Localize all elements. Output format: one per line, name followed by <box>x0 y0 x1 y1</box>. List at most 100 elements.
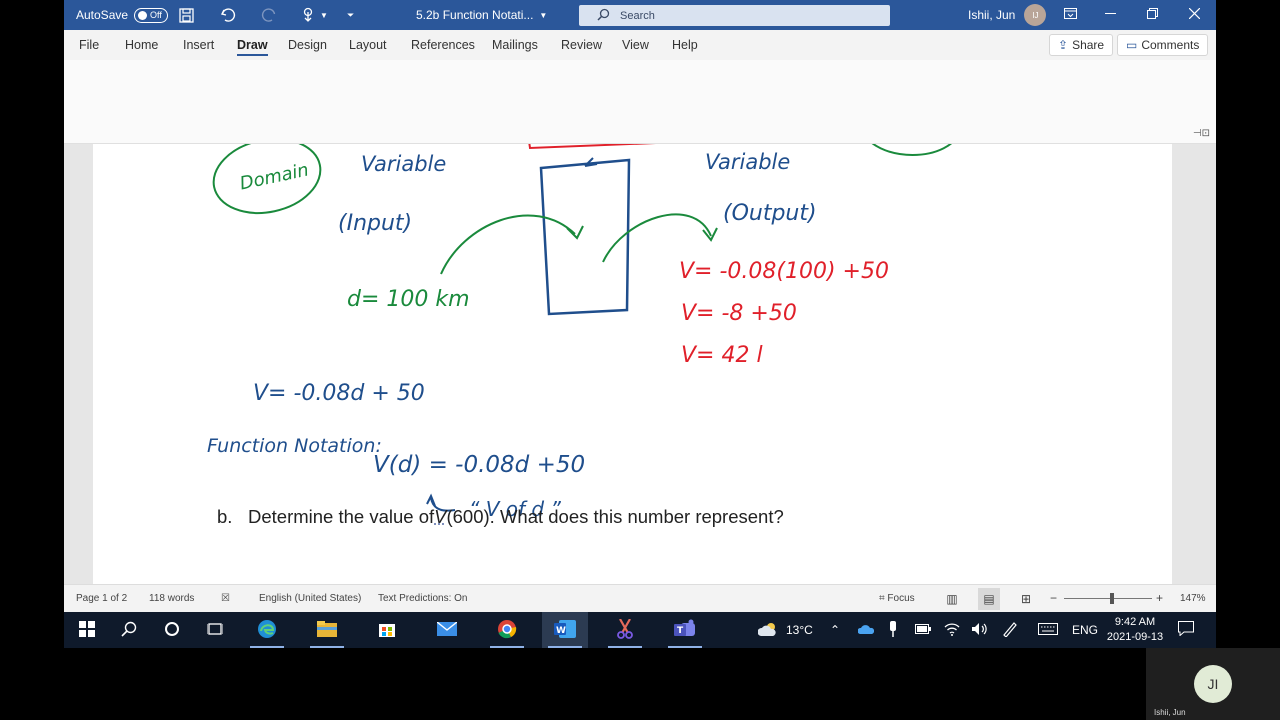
save-button[interactable] <box>178 0 194 30</box>
network-tray[interactable] <box>944 612 960 648</box>
zoom-out-button[interactable]: − <box>1050 591 1057 605</box>
snipping-tool-app[interactable] <box>602 612 648 648</box>
input-arrowhead <box>566 225 584 240</box>
domain-label: Domain <box>238 159 311 194</box>
autosave-toggle[interactable]: Off <box>134 7 169 23</box>
print-layout-button[interactable]: ▤ <box>978 588 1000 610</box>
word-window: AutoSave Off ▼ ⏷ 5.2b Function Notati...… <box>64 0 1216 612</box>
onedrive-icon <box>857 623 875 637</box>
usb-icon <box>888 620 898 640</box>
account-button[interactable]: Ishii, Jun IJ <box>968 0 1047 30</box>
document-title[interactable]: 5.2b Function Notati... ▼ <box>416 0 547 30</box>
teams-app[interactable]: T <box>662 612 708 648</box>
close-button[interactable] <box>1174 0 1214 30</box>
vertical-scrollbar[interactable] <box>1172 144 1216 584</box>
cortana-button[interactable] <box>149 612 195 648</box>
touch-keyboard-tray[interactable] <box>1038 612 1058 648</box>
zoom-in-button[interactable]: + <box>1156 591 1163 605</box>
clock-time: 9:42 AM <box>1114 616 1156 628</box>
undo-button[interactable] <box>220 0 236 30</box>
tab-review[interactable]: Review <box>561 38 602 52</box>
search-box[interactable]: Search <box>579 5 890 26</box>
weather-widget[interactable]: 13°C <box>757 612 813 648</box>
output-variable-label: Variable <box>705 150 790 174</box>
search-button[interactable] <box>106 612 152 648</box>
tab-references[interactable]: References <box>411 38 475 52</box>
chrome-app[interactable] <box>484 612 530 648</box>
speaker-icon <box>972 622 988 639</box>
zoom-slider-handle[interactable] <box>1110 593 1114 604</box>
volume-tray[interactable] <box>972 612 988 648</box>
tab-insert[interactable]: Insert <box>183 38 214 52</box>
input-language[interactable]: ENG <box>1072 612 1098 648</box>
tab-home[interactable]: Home <box>125 38 158 52</box>
tab-draw[interactable]: Draw <box>237 38 268 56</box>
document-page[interactable]: Variable Variable Domain (Input) (Output… <box>93 144 1172 584</box>
tab-mailings[interactable]: Mailings <box>492 38 538 52</box>
usb-tray[interactable] <box>888 612 898 648</box>
autosave-state: Off <box>150 10 162 20</box>
language-status[interactable]: English (United States) <box>259 593 361 604</box>
restore-button[interactable] <box>1132 0 1172 30</box>
tab-layout[interactable]: Layout <box>349 38 387 52</box>
chevron-down-icon: ▼ <box>539 10 548 20</box>
comments-button[interactable]: ▭ Comments <box>1117 34 1209 56</box>
mail-app[interactable] <box>424 612 470 648</box>
participant-name: Ishii, Jun <box>1154 708 1186 717</box>
tab-help[interactable]: Help <box>672 38 698 52</box>
tab-view[interactable]: View <box>622 38 649 52</box>
web-icon: ⊞ <box>1020 592 1032 606</box>
text-predictions-status[interactable]: Text Predictions: On <box>378 593 467 604</box>
zoom-slider-track[interactable] <box>1064 598 1152 599</box>
webcam-tile: JI Ishii, Jun <box>1146 648 1280 720</box>
task-view-icon <box>206 621 224 640</box>
edge-app[interactable] <box>244 612 290 648</box>
range-oval <box>871 144 952 156</box>
word-count[interactable]: 118 words <box>149 593 194 604</box>
cortana-icon <box>164 621 180 640</box>
task-view-button[interactable] <box>192 612 238 648</box>
show-hidden-icons[interactable]: ⌃ <box>830 612 840 648</box>
cloud-sun-icon <box>757 622 778 639</box>
redo-button[interactable] <box>261 0 277 30</box>
document-title-text: 5.2b Function Notati... <box>416 8 534 22</box>
ribbon-display-button[interactable] <box>1050 0 1090 30</box>
pin-ribbon-icon[interactable]: ⊣⊡ <box>1193 128 1210 139</box>
web-layout-button[interactable]: ⊞ <box>1015 588 1037 610</box>
pen-tray[interactable] <box>1002 612 1018 648</box>
battery-tray[interactable] <box>915 612 931 648</box>
word-app[interactable]: W <box>542 612 588 648</box>
notifications-button[interactable] <box>1178 612 1194 648</box>
minimize-button[interactable] <box>1090 0 1130 30</box>
comments-label: Comments <box>1141 38 1200 52</box>
touch-mode-button[interactable]: ▼ <box>300 0 328 30</box>
ribbon-panel: ⊣⊡ <box>64 60 1216 144</box>
windows-icon <box>79 620 95 640</box>
page-count[interactable]: Page 1 of 2 <box>76 593 127 604</box>
chevron-up-icon: ⌃ <box>830 623 841 637</box>
folder-icon <box>317 620 337 640</box>
store-app[interactable] <box>364 612 410 648</box>
share-button[interactable]: ⇪ Share <box>1049 34 1114 56</box>
tab-file[interactable]: File <box>79 38 99 52</box>
start-button[interactable] <box>64 612 110 648</box>
customize-icon: ⏷ <box>347 9 355 20</box>
function-machine-box <box>539 158 631 316</box>
tab-design[interactable]: Design <box>288 38 327 52</box>
page-icon: ▤ <box>983 592 995 606</box>
input-value: d= 100 km <box>347 287 470 312</box>
output-label: (Output) <box>723 201 817 226</box>
file-explorer-app[interactable] <box>304 612 350 648</box>
clock[interactable]: 9:42 AM 2021-09-13 <box>1104 615 1166 645</box>
calc-line-2: V= -8 +50 <box>681 301 797 326</box>
word-icon: W <box>554 619 576 641</box>
read-mode-button[interactable]: ▥ <box>941 588 963 610</box>
onedrive-tray[interactable] <box>857 612 875 648</box>
proofing-icon[interactable]: ☒ <box>221 593 230 604</box>
focus-button[interactable]: ⌗ Focus <box>879 593 915 604</box>
zoom-level[interactable]: 147% <box>1180 593 1206 604</box>
customize-qat-button[interactable]: ⏷ <box>347 0 354 30</box>
autosave-control[interactable]: AutoSave Off <box>76 0 169 30</box>
notification-icon <box>1178 621 1194 639</box>
chevron-down-icon: ▼ <box>320 10 328 20</box>
